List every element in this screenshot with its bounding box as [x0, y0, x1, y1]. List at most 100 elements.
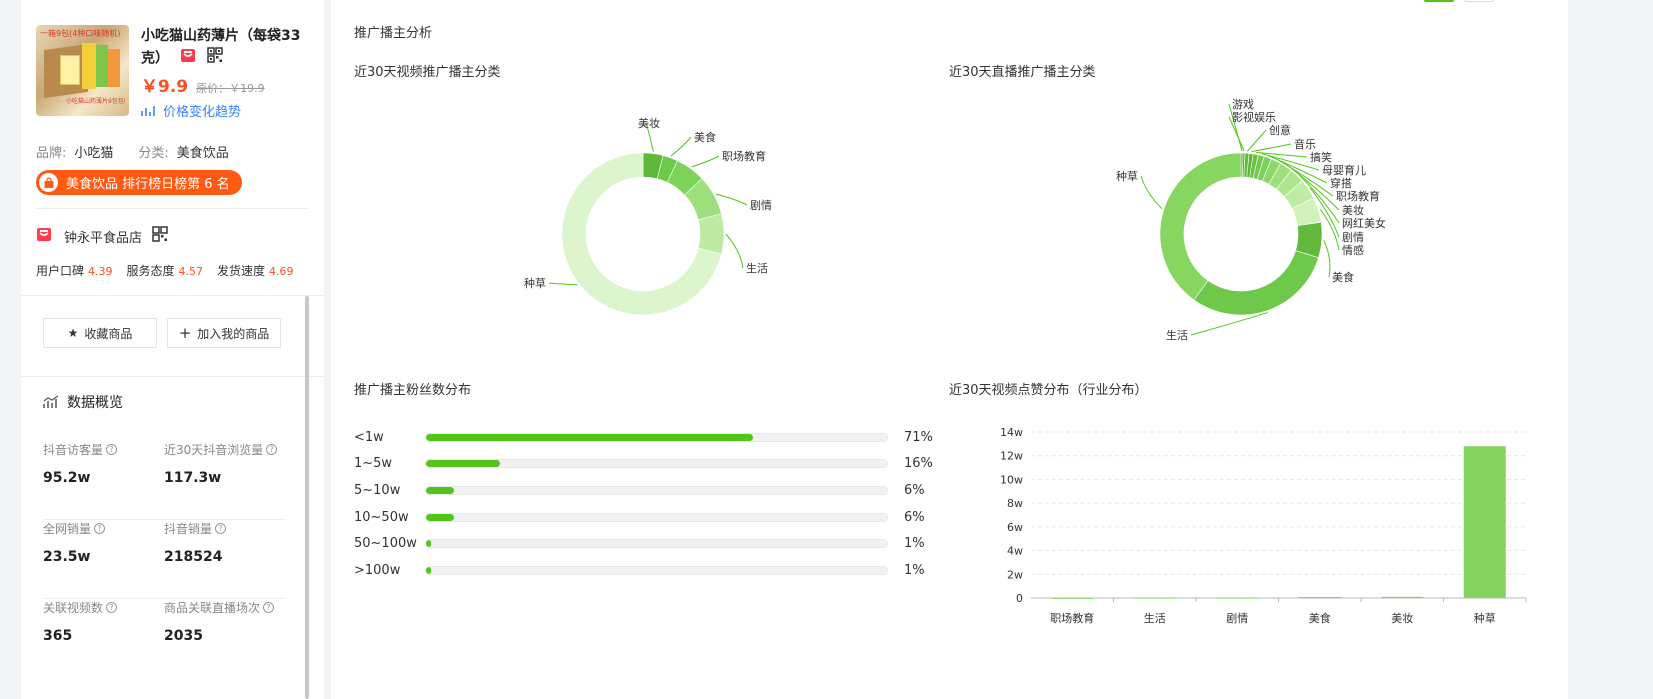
help-icon[interactable]: ?: [94, 523, 106, 534]
fan-bar-label: 10~50w: [354, 509, 409, 525]
live-donut-title: 近30天直播推广播主分类: [949, 65, 1096, 80]
donut-leader-line: [691, 155, 720, 168]
rank-badge[interactable]: 美食饮品 排行榜日榜第 6 名: [36, 170, 242, 195]
overview-header: 数据概览: [43, 392, 123, 412]
help-icon[interactable]: ?: [263, 602, 275, 613]
bar[interactable]: [1216, 597, 1259, 599]
donut-slice[interactable]: [697, 213, 725, 255]
stat-douyin-sales: 抖音销量? 218524: [164, 520, 285, 598]
y-tick-label: 2w: [1007, 568, 1023, 581]
donut-leader-line: [1190, 312, 1268, 336]
y-tick-label: 10w: [1000, 473, 1023, 486]
price-trend-link[interactable]: 价格变化趋势: [141, 101, 304, 120]
fans-distribution: <1w 71% 1~5w 16% 5~10w 6% 10~50w 6% 50~100w 1% >10…: [354, 424, 934, 584]
shop-row[interactable]: 钟永平食品店: [36, 226, 309, 246]
fan-bar-row: <1w 71%: [354, 424, 934, 451]
donut-label: 职场教育: [1336, 189, 1380, 203]
x-tick-label: 美食: [1309, 611, 1331, 625]
add-label: 加入我的商品: [197, 326, 270, 341]
favorite-button[interactable]: ★ 收藏商品: [43, 318, 157, 348]
donut-label: 搞笑: [1310, 150, 1332, 164]
video-category-donut: 美妆美食职场教育剧情生活种草: [524, 117, 772, 316]
shopping-bag-icon: [39, 173, 58, 192]
product-sidebar: 一箱9包(4种口味随机) 小吃猫山药薄片9包包邮 小吃猫山药薄片（每袋33克） …: [21, 0, 324, 699]
donut-leader-line: [1251, 143, 1292, 153]
fan-bar-track: [425, 512, 888, 522]
sidebar-scrollbar[interactable]: [305, 296, 309, 699]
score-delivery: 发货速度 4.69: [217, 264, 294, 278]
donut-label: 穿搭: [1330, 176, 1352, 190]
donut-leader-line: [725, 233, 744, 269]
fan-bar-percent: 1%: [904, 562, 925, 578]
view-toggle-active[interactable]: [1424, 0, 1454, 2]
help-icon[interactable]: ?: [106, 602, 118, 613]
bar[interactable]: [1133, 597, 1176, 599]
stat-related-videos: 关联视频数? 365: [43, 599, 164, 678]
fan-bar-row: 5~10w 6%: [354, 477, 934, 504]
bar[interactable]: [1298, 597, 1341, 598]
x-tick-label: 剧情: [1226, 612, 1248, 625]
x-tick-label: 生活: [1144, 611, 1166, 625]
fan-bar-track: [425, 432, 888, 442]
shop-qrcode-icon[interactable]: [152, 226, 168, 246]
divider: [21, 295, 324, 296]
donut-leader-line: [670, 136, 692, 157]
product-title[interactable]: 小吃猫山药薄片（每袋33克）: [141, 25, 304, 70]
x-tick-label: 职场教育: [1050, 611, 1094, 625]
favorite-label: 收藏商品: [84, 326, 133, 341]
video-donut-title: 近30天视频推广播主分类: [354, 65, 501, 80]
qrcode-icon[interactable]: [207, 47, 223, 70]
category-label: 分类:: [138, 146, 169, 161]
fan-bar-label: <1w: [354, 429, 384, 445]
likes-bar-chart: 0 2w 4w 6w 8w 10w 12w 14w 职场教育 生活 剧情 美食 美妆 种草: [1000, 426, 1527, 625]
divider: [36, 208, 309, 209]
bar[interactable]: [1051, 598, 1094, 599]
fan-bar-fill: [426, 540, 431, 548]
fan-bar-percent: 6%: [904, 509, 925, 525]
main-panel: 推广播主分析 近30天视频推广播主分类 近30天直播推广播主分类 美妆 美食 职场教…: [331, 0, 1568, 699]
help-icon[interactable]: ?: [106, 444, 118, 455]
fan-bar-track: [425, 565, 888, 575]
stat-total-sales: 全网销量? 23.5w: [43, 520, 164, 598]
fan-bar-track: [425, 485, 888, 495]
y-tick-label: 0: [1016, 592, 1023, 605]
add-to-my-products-button[interactable]: + 加入我的商品: [167, 318, 281, 348]
donut-slice[interactable]: [1193, 250, 1319, 316]
stat-views-30d: 近30天抖音浏览量? 117.3w: [164, 441, 285, 519]
section-title: 推广播主分析: [354, 26, 433, 41]
donut-slice[interactable]: [1159, 152, 1242, 301]
product-thumbnail[interactable]: 一箱9包(4种口味随机) 小吃猫山药薄片9包包邮: [36, 25, 129, 116]
fan-bar-percent: 71%: [904, 429, 933, 445]
plus-icon: +: [178, 324, 192, 342]
action-buttons: ★ 收藏商品 + 加入我的商品: [43, 318, 291, 348]
fan-bar-row: 10~50w 6%: [354, 504, 934, 531]
donut-label: 情感: [1342, 244, 1364, 257]
fans-title: 推广播主粉丝数分布: [354, 383, 472, 398]
product-meta: 品牌: 小吃猫 分类: 美食饮品: [36, 142, 309, 161]
y-tick-label: 6w: [1007, 521, 1023, 534]
donut-label: 美妆: [638, 117, 660, 130]
donut-label: 职场教育: [722, 149, 766, 163]
product-card: 一箱9包(4种口味随机) 小吃猫山药薄片9包包邮 小吃猫山药薄片（每袋33克） …: [36, 25, 309, 120]
help-icon[interactable]: ?: [215, 523, 227, 534]
trend-icon: [141, 105, 155, 116]
view-toggle[interactable]: [1464, 0, 1494, 2]
donut-label: 音乐: [1294, 137, 1316, 151]
douyin-store-icon[interactable]: [180, 47, 196, 70]
shop-name[interactable]: 钟永平食品店: [64, 227, 142, 246]
donut-label: 生活: [1166, 328, 1188, 342]
divider: [21, 376, 324, 377]
help-icon[interactable]: ?: [266, 444, 278, 455]
donut-leader-line: [1246, 129, 1267, 152]
shop-scores: 用户口碑 4.39 服务态度 4.57 发货速度 4.69: [36, 262, 309, 279]
donut-label: 网红美女: [1342, 216, 1386, 230]
donut-label: 母婴育儿: [1322, 163, 1366, 177]
price-trend-label: 价格变化趋势: [163, 105, 242, 120]
bar[interactable]: [1463, 446, 1506, 598]
fan-bar-row: 1~5w 16%: [354, 451, 934, 478]
bar[interactable]: [1381, 596, 1424, 598]
original-price: 原价：￥19.9: [196, 82, 265, 95]
fan-bar-track: [425, 459, 888, 469]
y-tick-label: 14w: [1000, 426, 1023, 439]
fan-bar-percent: 6%: [904, 482, 925, 498]
